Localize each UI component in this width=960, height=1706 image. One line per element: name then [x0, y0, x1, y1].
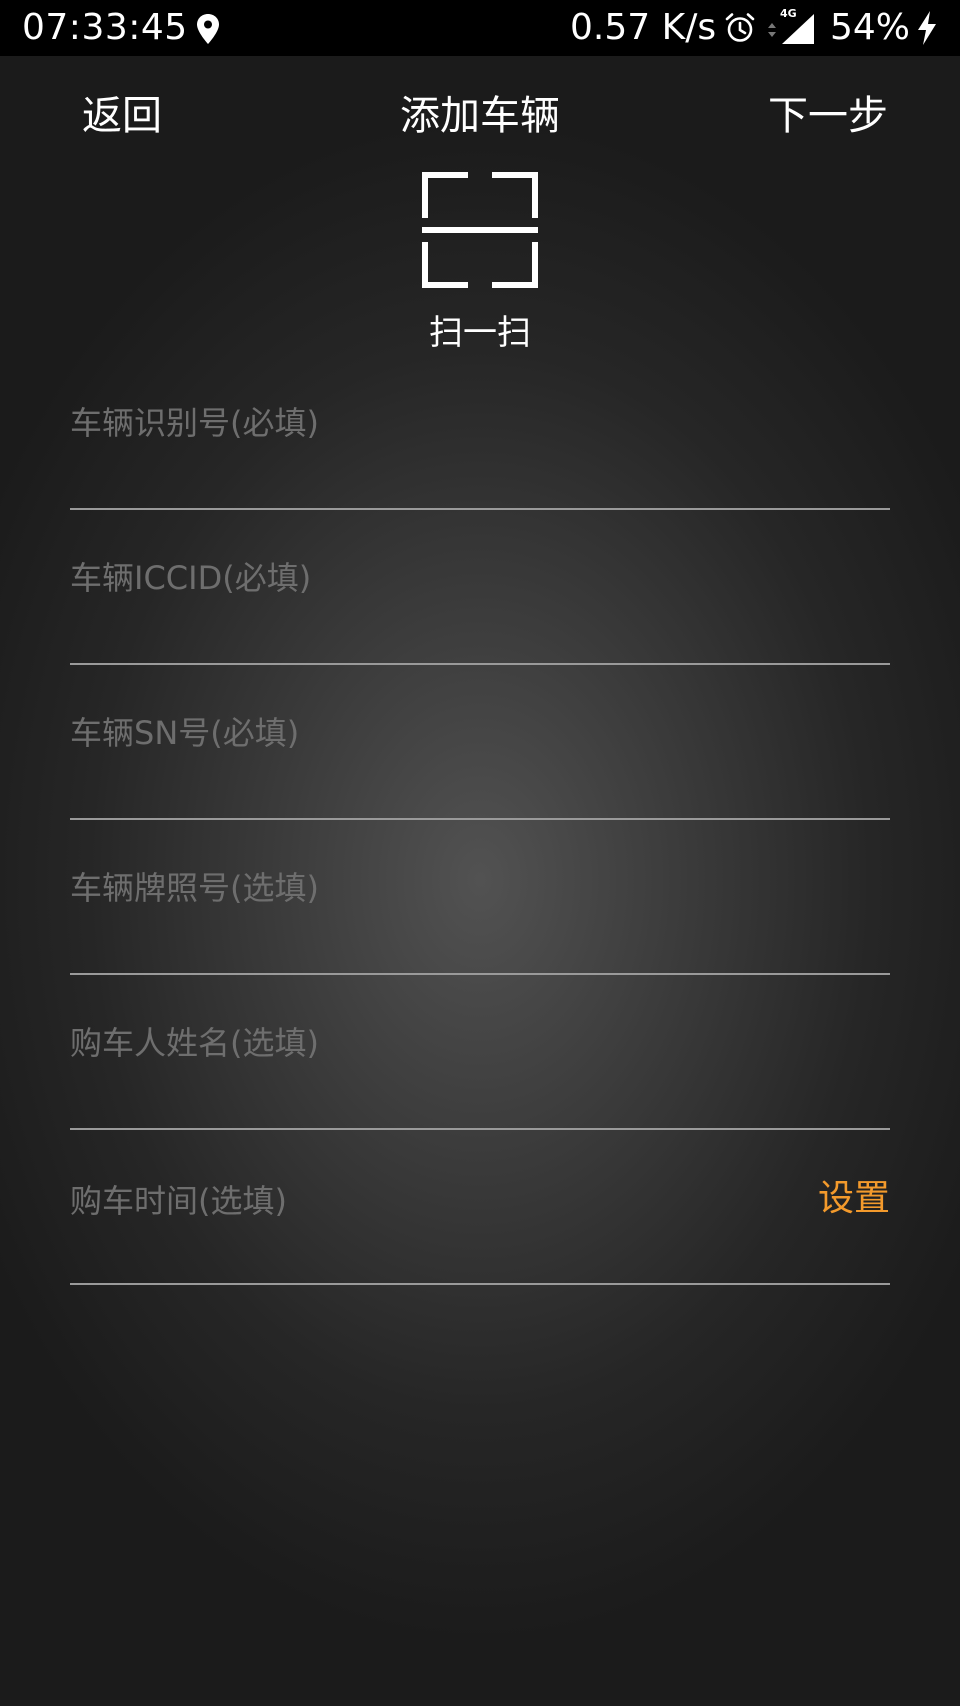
vin-input[interactable]: [70, 380, 890, 510]
sn-field-row: [70, 690, 890, 845]
buyer-field-row: [70, 1000, 890, 1155]
add-vehicle-form: 购车时间(选填) 设置: [70, 380, 890, 1310]
battery-level: 54%: [830, 7, 911, 48]
next-step-button[interactable]: 下一步: [768, 92, 888, 140]
status-bar: 07:33:45 0.57 K/s 4G 54%: [0, 0, 960, 56]
network-speed: 0.57 K/s: [570, 7, 717, 48]
purchase-time-row: 购车时间(选填) 设置: [70, 1155, 890, 1310]
iccid-input[interactable]: [70, 535, 890, 665]
plate-number-input[interactable]: [70, 845, 890, 975]
location-icon: [197, 14, 219, 44]
alarm-icon: [725, 13, 755, 42]
set-purchase-time-button[interactable]: 设置: [818, 1177, 890, 1221]
iccid-field-row: [70, 535, 890, 690]
navigation-bar: 返回 添加车辆 下一步: [0, 56, 960, 176]
vin-field-row: [70, 380, 890, 535]
buyer-name-input[interactable]: [70, 1000, 890, 1130]
scan-label: 扫一扫: [429, 313, 531, 353]
status-time: 07:33:45: [22, 7, 188, 48]
scan-button[interactable]: 扫一扫: [380, 168, 580, 358]
scan-frame-icon: [422, 172, 538, 288]
purchase-time-label: 购车时间(选填): [70, 1182, 287, 1220]
charging-icon: [918, 11, 936, 45]
network-type: 4G: [780, 7, 797, 20]
divider: [70, 1283, 890, 1285]
plate-field-row: [70, 845, 890, 1000]
sn-input[interactable]: [70, 690, 890, 820]
